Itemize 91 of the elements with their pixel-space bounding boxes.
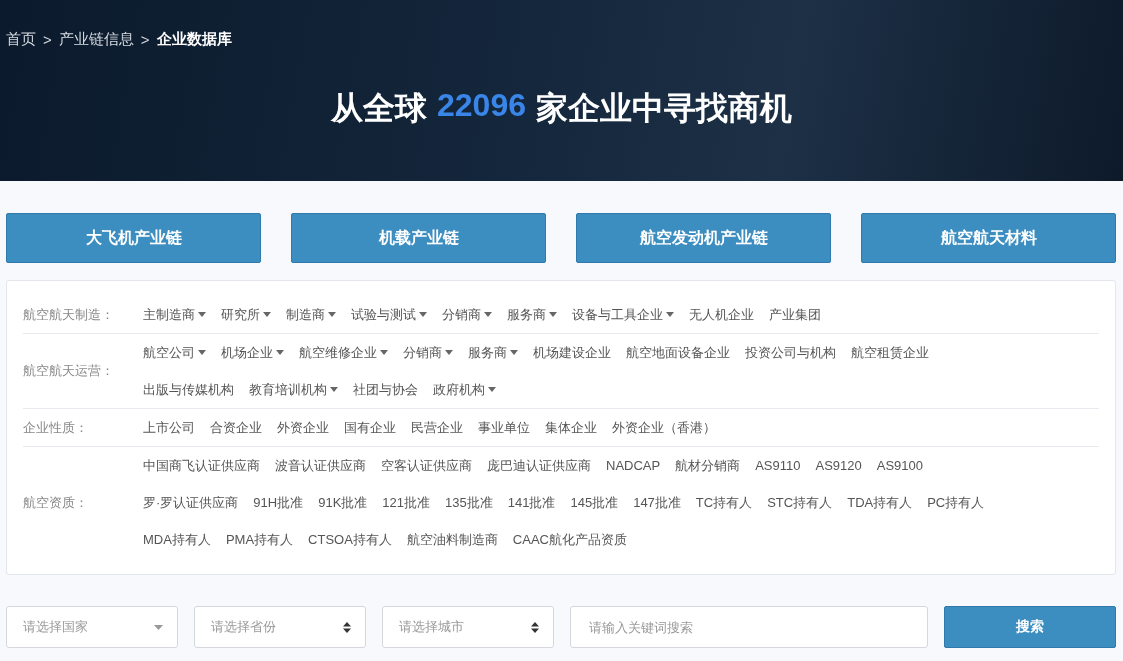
industry-chain-button[interactable]: 航空航天材料 <box>861 213 1116 263</box>
filter-option[interactable]: 服务商 <box>468 344 518 361</box>
breadcrumb-link[interactable]: 企业数据库 <box>156 30 232 49</box>
caret-icon <box>276 350 284 355</box>
filter-option[interactable]: 国有企业 <box>344 419 396 436</box>
filter-option[interactable]: 121批准 <box>382 494 431 511</box>
filter-option[interactable]: 空客认证供应商 <box>381 457 472 474</box>
filter-option[interactable]: 141批准 <box>507 494 556 511</box>
industry-chain-button[interactable]: 航空发动机产业链 <box>576 213 831 263</box>
caret-icon <box>380 350 388 355</box>
filter-option[interactable]: 机场建设企业 <box>533 344 611 361</box>
filter-label: 企业性质： <box>23 418 89 437</box>
caret-icon <box>484 312 492 317</box>
filter-option[interactable]: 145批准 <box>570 494 619 511</box>
filter-option[interactable]: 研究所 <box>221 306 271 323</box>
filter-option[interactable]: 主制造商 <box>143 306 206 323</box>
filter-option[interactable]: PMA持有人 <box>225 531 294 548</box>
filter-option[interactable]: 航材分销商 <box>675 457 741 474</box>
hero-title: 从全球 <box>331 89 427 128</box>
filter-option[interactable]: TDA持有人 <box>847 494 913 511</box>
filter-option[interactable]: 产业集团 <box>769 306 821 323</box>
breadcrumb-separator: > <box>43 31 52 48</box>
filter-option[interactable]: 分销商 <box>403 344 453 361</box>
filter-option[interactable]: 政府机构 <box>433 381 496 398</box>
filter-option[interactable]: 投资公司与机构 <box>745 344 836 361</box>
filter-option[interactable]: AS9110 <box>755 457 801 474</box>
filter-option[interactable]: CAAC航化产品资质 <box>512 531 627 548</box>
filter-option[interactable]: 服务商 <box>507 306 557 323</box>
filter-option[interactable]: 航空租赁企业 <box>851 344 929 361</box>
filter-option[interactable]: 91H批准 <box>253 494 304 511</box>
filter-option[interactable]: 教育培训机构 <box>249 381 338 398</box>
filter-option[interactable]: AS9100 <box>876 457 923 474</box>
caret-icon <box>198 350 206 355</box>
filter-option[interactable]: 中国商飞认证供应商 <box>143 457 260 474</box>
filter-option[interactable]: CTSOA持有人 <box>308 531 392 548</box>
filter-option[interactable]: TC持有人 <box>695 494 753 511</box>
filter-option[interactable]: 航空地面设备企业 <box>626 344 730 361</box>
filter-option[interactable]: 合资企业 <box>210 419 262 436</box>
filter-option[interactable]: 设备与工具企业 <box>572 306 674 323</box>
filter-option[interactable]: 事业单位 <box>478 419 530 436</box>
caret-icon <box>419 312 427 317</box>
filter-option[interactable]: PC持有人 <box>927 494 985 511</box>
sort-arrows-icon <box>342 621 351 633</box>
caret-icon <box>445 350 453 355</box>
caret-icon <box>330 387 338 392</box>
breadcrumb-separator: > <box>140 31 150 48</box>
filter-label: 航空航天制造： <box>23 305 115 324</box>
filter-option[interactable]: 航空油料制造商 <box>406 531 498 548</box>
filter-option[interactable]: 无人机企业 <box>689 306 754 323</box>
filter-option[interactable]: AS9120 <box>815 457 862 474</box>
filter-option[interactable]: 出版与传媒机构 <box>143 381 234 398</box>
filter-option[interactable]: 上市公司 <box>143 419 195 436</box>
filter-option[interactable]: STC持有人 <box>767 494 833 511</box>
caret-icon <box>666 312 674 317</box>
filter-option[interactable]: 波音认证供应商 <box>275 457 366 474</box>
filter-option[interactable]: 社团与协会 <box>353 381 418 398</box>
filter-option[interactable]: 集体企业 <box>545 419 597 436</box>
industry-chain-button[interactable]: 机载产业链 <box>291 213 546 263</box>
filter-option[interactable]: 外资企业（香港） <box>612 419 716 436</box>
filter-option[interactable]: 分销商 <box>442 306 492 323</box>
filter-option[interactable]: 试验与测试 <box>351 306 427 323</box>
search-button[interactable]: 搜索 <box>944 606 1116 648</box>
filter-option[interactable]: MDA持有人 <box>143 531 211 548</box>
caret-icon <box>153 624 163 630</box>
breadcrumb-link[interactable]: 首页 <box>6 30 36 49</box>
hero-title: 家企业中寻找商机 <box>536 89 792 128</box>
caret-icon <box>198 312 206 317</box>
filter-option[interactable]: 庞巴迪认证供应商 <box>487 457 591 474</box>
filter-option[interactable]: 罗·罗认证供应商 <box>143 494 239 511</box>
filter-option[interactable]: NADCAP <box>606 457 661 474</box>
filter-option[interactable]: 外资企业 <box>277 419 329 436</box>
filter-option[interactable]: 制造商 <box>286 306 336 323</box>
filter-option[interactable]: 135批准 <box>445 494 493 511</box>
filter-option[interactable]: 民营企业 <box>411 419 463 436</box>
caret-icon <box>510 350 518 355</box>
sort-arrows-icon <box>530 621 539 633</box>
filter-label: 航空资质： <box>23 493 89 512</box>
caret-icon <box>263 312 271 317</box>
caret-icon <box>549 312 557 317</box>
breadcrumb-link[interactable]: 产业链信息 <box>58 30 134 49</box>
filter-label: 航空航天运营： <box>23 362 115 380</box>
filter-option[interactable]: 147批准 <box>633 494 681 511</box>
industry-chain-button[interactable]: 大飞机产业链 <box>6 213 261 263</box>
company-count: 22096 <box>437 87 526 125</box>
caret-icon <box>328 312 336 317</box>
filter-option[interactable]: 航空公司 <box>143 344 206 361</box>
filter-option[interactable]: 航空维修企业 <box>299 344 388 361</box>
caret-icon <box>488 387 496 392</box>
keyword-input[interactable]: 请输入关键词搜索 <box>569 606 929 648</box>
filter-option[interactable]: 机场企业 <box>221 344 284 361</box>
filter-option[interactable]: 91K批准 <box>318 494 368 511</box>
